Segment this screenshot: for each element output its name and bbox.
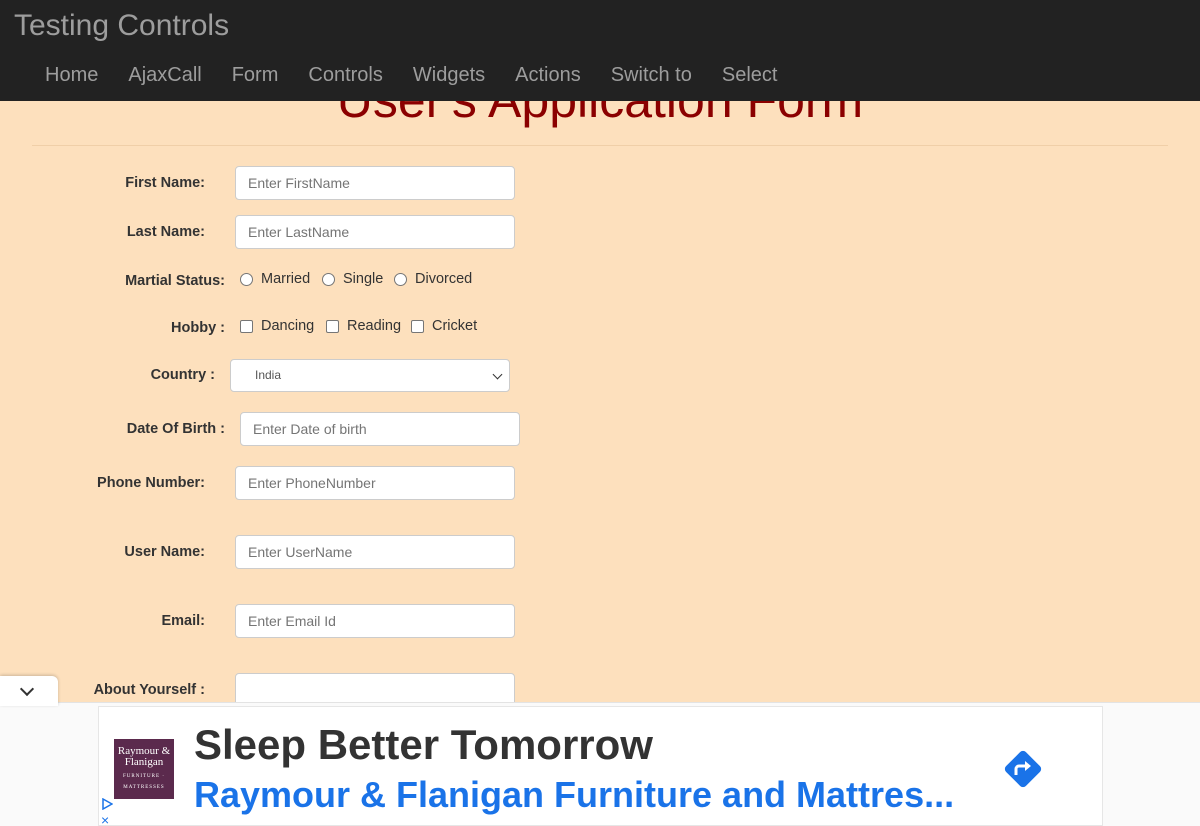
country-select[interactable]: India bbox=[230, 359, 510, 392]
country-selected-value: India bbox=[255, 368, 282, 382]
close-icon[interactable]: × bbox=[101, 813, 109, 826]
checkbox-dancing-label: Dancing bbox=[261, 318, 315, 334]
checkbox-cricket[interactable]: Cricket bbox=[411, 318, 477, 334]
ad-subline[interactable]: Raymour & Flanigan Furniture and Mattres… bbox=[194, 773, 954, 817]
main-nav: Home AjaxCall Form Controls Widgets Acti… bbox=[30, 58, 792, 92]
nav-controls[interactable]: Controls bbox=[293, 58, 397, 92]
last-name-input[interactable] bbox=[235, 215, 515, 249]
checkbox-cricket-label: Cricket bbox=[432, 318, 478, 334]
adchoices-icon[interactable] bbox=[101, 798, 113, 810]
ad-logo-text: Raymour & Flanigan bbox=[117, 745, 171, 768]
radio-button[interactable] bbox=[240, 272, 253, 286]
checkbox-dancing[interactable]: Dancing bbox=[240, 318, 314, 334]
radio-button[interactable] bbox=[322, 272, 335, 286]
nav-form[interactable]: Form bbox=[217, 58, 294, 92]
dob-label: Date Of Birth : bbox=[126, 421, 225, 437]
title-divider bbox=[32, 145, 1168, 146]
last-name-label: Last Name: bbox=[126, 224, 205, 240]
checkbox[interactable] bbox=[411, 319, 424, 333]
nav-ajaxcall[interactable]: AjaxCall bbox=[113, 58, 216, 92]
top-navbar: Testing Controls Home AjaxCall Form Cont… bbox=[0, 0, 1200, 101]
first-name-label: First Name: bbox=[125, 175, 205, 191]
nav-actions[interactable]: Actions bbox=[500, 58, 596, 92]
username-input[interactable] bbox=[235, 535, 515, 569]
radio-married[interactable]: Married bbox=[240, 271, 310, 287]
email-input[interactable] bbox=[235, 604, 515, 638]
nav-switch-to[interactable]: Switch to bbox=[596, 58, 707, 92]
dob-input[interactable] bbox=[240, 412, 520, 446]
nav-home[interactable]: Home bbox=[30, 58, 113, 92]
radio-married-label: Married bbox=[261, 271, 311, 287]
nav-widgets[interactable]: Widgets bbox=[398, 58, 500, 92]
ad-banner[interactable]: Raymour & Flanigan FURNITURE · MATTRESSE… bbox=[98, 706, 1103, 826]
first-name-input[interactable] bbox=[235, 166, 515, 200]
ad-logo: Raymour & Flanigan FURNITURE · MATTRESSE… bbox=[114, 739, 174, 799]
radio-single-label: Single bbox=[343, 271, 384, 287]
checkbox[interactable] bbox=[326, 319, 339, 333]
ad-collapse-button[interactable] bbox=[0, 676, 58, 706]
checkbox-reading-label: Reading bbox=[347, 318, 402, 334]
phone-label: Phone Number: bbox=[97, 475, 205, 491]
radio-divorced[interactable]: Divorced bbox=[394, 271, 472, 287]
ad-headline[interactable]: Sleep Better Tomorrow bbox=[194, 721, 653, 769]
radio-divorced-label: Divorced bbox=[415, 271, 473, 287]
radio-button[interactable] bbox=[394, 272, 407, 286]
chevron-down-icon bbox=[492, 369, 503, 380]
hobby-label: Hobby : bbox=[171, 320, 225, 336]
checkbox[interactable] bbox=[240, 319, 253, 333]
email-label: Email: bbox=[161, 613, 205, 629]
brand-title[interactable]: Testing Controls bbox=[14, 8, 229, 44]
phone-input[interactable] bbox=[235, 466, 515, 500]
about-label: About Yourself : bbox=[93, 682, 205, 698]
country-label: Country : bbox=[150, 367, 215, 383]
marital-status-label: Martial Status: bbox=[125, 273, 225, 289]
directions-arrow-icon[interactable] bbox=[999, 745, 1047, 793]
chevron-down-icon bbox=[19, 681, 35, 697]
nav-select[interactable]: Select bbox=[707, 58, 793, 92]
checkbox-reading[interactable]: Reading bbox=[326, 318, 401, 334]
ad-logo-subtext: FURNITURE · MATTRESSES bbox=[123, 774, 165, 790]
username-label: User Name: bbox=[124, 544, 205, 560]
radio-single[interactable]: Single bbox=[322, 271, 383, 287]
